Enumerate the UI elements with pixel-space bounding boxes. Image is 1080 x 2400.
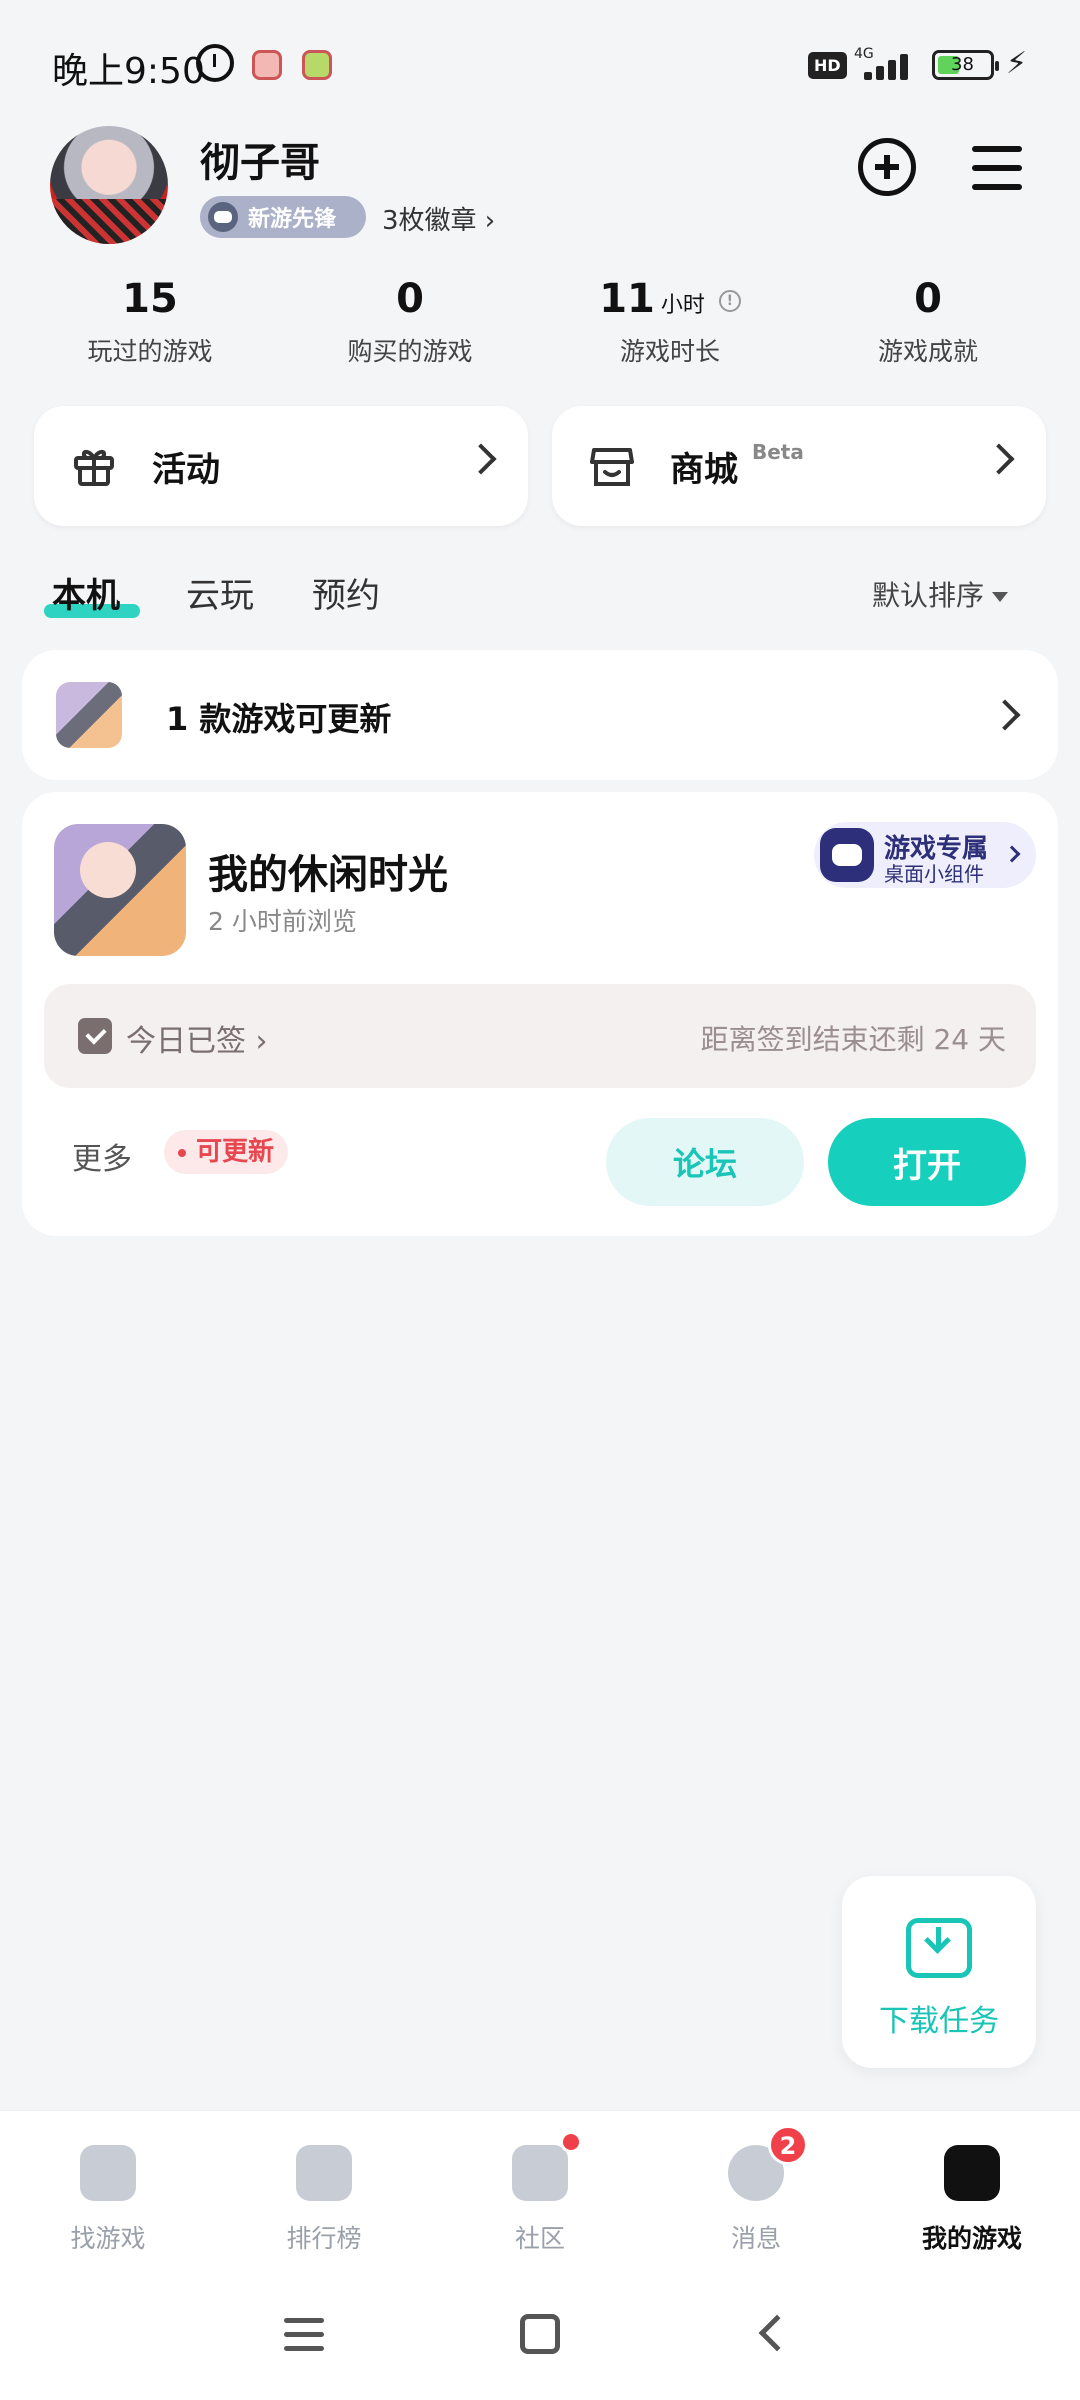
nav-messages[interactable]: 2 消息 [648,2111,864,2281]
forum-button[interactable]: 论坛 [606,1118,804,1206]
stat-value: 11 [599,276,655,322]
checkin-bar[interactable]: 今日已签 › 距离签到结束还剩 24 天 [44,984,1036,1088]
store-icon [590,448,634,486]
nav-my-games[interactable]: 我的游戏 [864,2111,1080,2281]
stat-label: 玩过的游戏 [87,337,213,366]
info-icon[interactable]: ! [718,290,741,312]
rankings-icon [296,2145,352,2201]
stat-value: 0 [914,276,942,322]
back-button[interactable] [758,2314,796,2352]
avatar[interactable] [50,126,168,244]
stat-play-time[interactable]: 11 小时 ! 游戏时长 [560,276,780,368]
battery-icon: 38 [932,50,999,80]
calendar-check-icon [78,1018,112,1054]
community-icon [512,2145,568,2201]
recent-apps-button[interactable] [284,2318,324,2352]
chevron-right-icon [983,443,1015,475]
chevron-right-icon [465,443,497,475]
beta-tag: Beta [752,440,804,464]
app-notification-icon [302,50,332,80]
nav-label: 我的游戏 [921,2224,1022,2253]
bottom-nav: 找游戏 排行榜 社区 2 消息 我的游戏 [0,2110,1080,2280]
nav-label: 找游戏 [70,2224,146,2253]
game-card: 我的休闲时光 2 小时前浏览 游戏专属 桌面小组件 今日已签 › 距离签到结束还… [22,792,1058,1236]
download-icon [906,1918,972,1978]
message-count-badge: 2 [768,2125,808,2165]
home-button[interactable] [520,2314,560,2354]
chevron-right-icon [1003,845,1021,863]
nav-label: 社区 [514,2224,565,2253]
update-badge-label: 可更新 [196,1137,275,1167]
status-time: 晚上9:50 [52,51,205,92]
stat-value: 15 [122,276,178,322]
game-thumbnail [56,682,122,748]
gamepad-icon [208,202,238,232]
chevron-right-icon [989,699,1021,731]
signal-icon [858,50,918,80]
widget-subtitle: 桌面小组件 [884,862,984,886]
alarm-icon [196,44,234,82]
shop-card[interactable]: 商城 Beta [552,406,1046,526]
game-name[interactable]: 我的休闲时光 [208,842,448,900]
game-icon[interactable] [54,824,186,956]
shop-label: 商城 [670,450,738,490]
update-badge[interactable]: 可更新 [164,1130,289,1174]
stat-unit: 小时 [660,293,705,318]
stat-played-games[interactable]: 15 玩过的游戏 [40,276,260,368]
badge-label: 新游先锋 [248,207,337,232]
caret-down-icon [992,592,1009,602]
stat-value: 0 [396,276,424,322]
gamepad-icon [944,2145,1000,2201]
sort-label: 默认排序 [872,579,985,612]
add-button[interactable] [858,138,916,196]
menu-button[interactable] [972,146,1022,190]
stat-achievements[interactable]: 0 游戏成就 [818,276,1038,368]
download-tasks-label: 下载任务 [879,2004,999,2039]
stat-label: 游戏时长 [619,337,720,366]
gamepad-icon [820,828,874,882]
nav-label: 排行榜 [286,2224,362,2253]
nav-label: 消息 [730,2224,781,2253]
more-button[interactable]: 更多 [72,1134,132,1178]
hd-icon: HD [808,52,847,79]
checkin-status: 今日已签 › [126,1024,268,1059]
update-available-text: 1 款游戏可更新 [166,700,392,738]
gift-icon [74,450,114,486]
stat-purchased-games[interactable]: 0 购买的游戏 [300,276,520,368]
open-button[interactable]: 打开 [828,1118,1026,1206]
update-available-row[interactable]: 1 款游戏可更新 [22,650,1058,780]
checkin-remaining: 距离签到结束还剩 24 天 [700,1023,1006,1056]
nav-rankings[interactable]: 排行榜 [216,2111,432,2281]
battery-level: 38 [951,54,974,75]
activity-card[interactable]: 活动 [34,406,528,526]
tab-cloud[interactable]: 云玩 [186,568,254,617]
sort-dropdown[interactable]: 默认排序 [872,574,1009,614]
status-bar: 晚上9:50 HD 4G 38 ⚡ [0,0,1080,130]
download-tasks-button[interactable]: 下载任务 [842,1876,1036,2068]
stat-label: 购买的游戏 [347,337,473,366]
nav-find-games[interactable]: 找游戏 [0,2111,216,2281]
game-last-viewed: 2 小时前浏览 [208,907,357,936]
badges-link[interactable]: 3枚徽章 › [382,200,495,237]
tab-reserve[interactable]: 预约 [312,568,380,617]
find-games-icon [80,2145,136,2201]
nav-community[interactable]: 社区 [432,2111,648,2281]
badge-pill[interactable]: 新游先锋 [200,196,366,238]
stat-label: 游戏成就 [877,337,978,366]
desktop-widget-button[interactable]: 游戏专属 桌面小组件 [814,822,1036,888]
system-nav-bar [0,2280,1080,2400]
username[interactable]: 彻子哥 [200,130,320,188]
notification-dot [560,2131,582,2153]
app-notification-icon [252,50,282,80]
activity-label: 活动 [152,450,220,490]
charging-icon: ⚡ [1006,46,1028,81]
tab-local[interactable]: 本机 [52,568,120,617]
